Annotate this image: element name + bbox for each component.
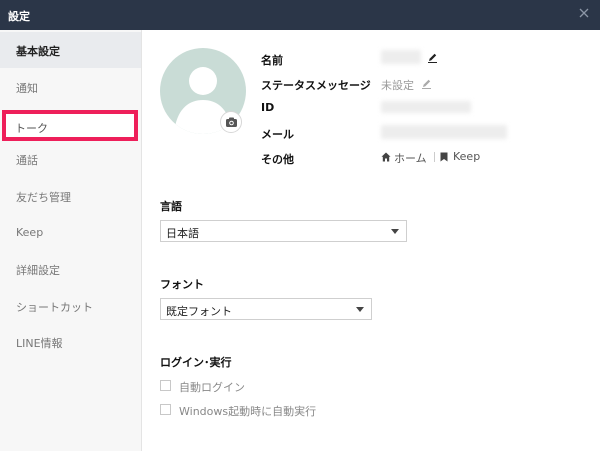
sidebar-item-label: Keep <box>16 226 44 239</box>
camera-icon <box>226 117 237 127</box>
autostart-checkbox[interactable] <box>160 404 171 415</box>
sidebar-item-friends[interactable]: 友だち管理 <box>0 178 141 214</box>
id-value-redacted <box>381 101 471 113</box>
auto-login-label: 自動ログイン <box>179 381 245 394</box>
language-selected-value: 日本語 <box>166 227 199 240</box>
font-label: フォント <box>160 278 204 291</box>
sidebar-item-advanced[interactable]: 詳細設定 <box>0 251 141 287</box>
font-selected-value: 既定フォント <box>166 305 232 318</box>
link-separator <box>434 152 435 162</box>
settings-content: 名前 ステータスメッセージ 未設定 ID メール その他 ホーム Keep 言語… <box>143 30 600 451</box>
sidebar-item-notifications[interactable]: 通知 <box>0 69 141 105</box>
sidebar-item-label: 通話 <box>16 154 38 167</box>
id-label: ID <box>261 101 275 114</box>
keep-link[interactable]: Keep <box>440 149 484 165</box>
sidebar-item-label: ショートカット <box>16 301 93 314</box>
sidebar-item-label: トーク <box>15 122 48 135</box>
auto-login-checkbox[interactable] <box>160 380 171 391</box>
status-message-label: ステータスメッセージ <box>261 79 371 92</box>
sidebar-item-keep[interactable]: Keep <box>0 215 141 251</box>
sidebar-item-label: 詳細設定 <box>16 264 60 277</box>
title-bar: 設定 <box>0 0 600 30</box>
change-photo-button[interactable] <box>220 111 242 133</box>
sidebar-item-label: 友だち管理 <box>16 191 71 204</box>
font-select[interactable]: 既定フォント <box>160 298 372 320</box>
chevron-down-icon <box>356 307 364 312</box>
sidebar-item-label: 基本設定 <box>16 45 60 58</box>
sidebar-item-basic-settings[interactable]: 基本設定 <box>0 32 141 68</box>
home-link[interactable]: ホーム <box>381 149 431 165</box>
close-icon[interactable] <box>577 6 591 20</box>
sidebar-item-shortcuts[interactable]: ショートカット <box>0 288 141 324</box>
sidebar-item-line-info[interactable]: LINE情報 <box>0 324 141 360</box>
edit-name-icon[interactable] <box>427 52 438 63</box>
chevron-down-icon <box>391 229 399 234</box>
status-message-value: 未設定 <box>381 79 414 92</box>
sidebar-item-label: 通知 <box>16 82 38 95</box>
autostart-option[interactable]: Windows起動時に自動実行 <box>160 403 360 418</box>
settings-sidebar: 基本設定 通知 トーク 通話 友だち管理 Keep 詳細設定 ショートカット L… <box>0 30 142 451</box>
other-label: その他 <box>261 153 294 166</box>
name-label: 名前 <box>261 54 283 67</box>
language-select[interactable]: 日本語 <box>160 220 407 242</box>
home-icon <box>381 152 391 162</box>
language-label: 言語 <box>160 200 182 213</box>
login-section-label: ログイン･実行 <box>160 356 232 369</box>
mail-value-redacted <box>381 125 507 139</box>
sidebar-item-talk[interactable]: トーク <box>2 110 138 141</box>
sidebar-item-label: LINE情報 <box>16 337 63 350</box>
window-title: 設定 <box>8 10 30 23</box>
sidebar-item-calls[interactable]: 通話 <box>0 141 141 177</box>
edit-status-icon[interactable] <box>421 78 432 89</box>
auto-login-option[interactable]: 自動ログイン <box>160 379 280 394</box>
mail-label: メール <box>261 128 294 141</box>
bookmark-icon <box>440 152 448 162</box>
name-value-redacted <box>381 50 421 64</box>
autostart-label: Windows起動時に自動実行 <box>179 405 317 418</box>
